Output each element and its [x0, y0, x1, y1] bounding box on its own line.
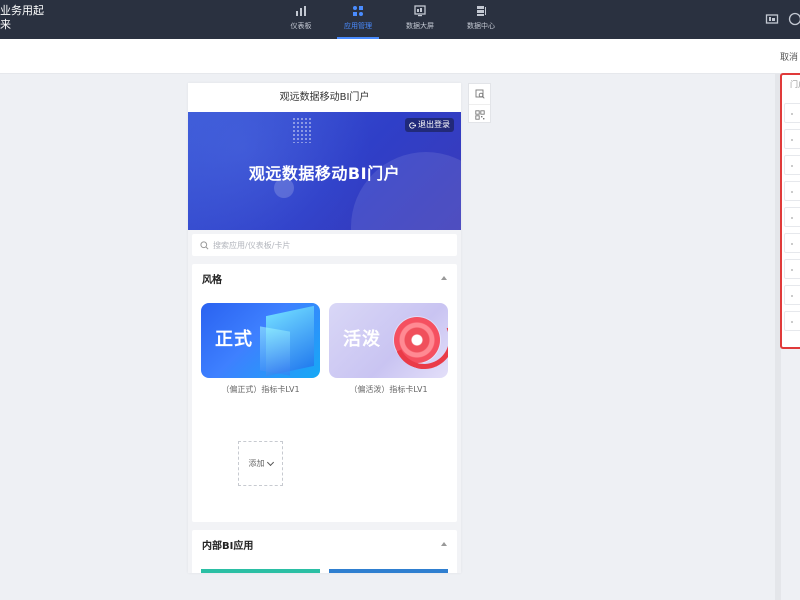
database-icon	[477, 6, 486, 16]
app-grid-icon	[353, 6, 363, 16]
search-icon	[200, 240, 209, 249]
chevron-down-icon	[266, 458, 274, 466]
config-row[interactable]	[784, 207, 800, 227]
add-label: 添加	[248, 459, 265, 468]
editor-toolbar: 取消	[0, 39, 800, 74]
help-icon[interactable]	[788, 12, 800, 26]
screen-icon[interactable]	[765, 12, 779, 26]
config-row[interactable]	[784, 129, 800, 149]
config-row[interactable]	[784, 181, 800, 201]
portal-title: 观远数据移动BI门户	[188, 83, 461, 112]
app-title-line1: 业务用起	[0, 4, 44, 17]
style-thumb-lively-text: 活泼	[343, 329, 381, 350]
portal-banner: 退出登录 观远数据移动BI门户	[188, 112, 461, 230]
logout-icon	[409, 121, 416, 129]
tab-dashboard-label: 仪表板	[290, 22, 312, 30]
banner-dot-pattern	[292, 117, 312, 143]
portal-config-panel: 门户	[780, 73, 800, 349]
bar-chart-icon	[296, 6, 306, 16]
tab-data-center-label: 数据中心	[467, 22, 495, 30]
cube-graphic	[260, 326, 290, 376]
monitor-icon	[414, 5, 426, 17]
style-section: 风格 正式 （偏正式）指标卡LV1 活泼 （偏活泼）指标卡LV1 添加	[192, 264, 457, 522]
collapse-caret-icon[interactable]	[441, 542, 447, 546]
app-tile-blue[interactable]	[329, 569, 448, 573]
tab-dashboard[interactable]: 仪表板	[276, 4, 326, 36]
preview-tool-button[interactable]	[469, 84, 490, 104]
qrcode-tool-button[interactable]	[469, 104, 490, 124]
logout-button[interactable]: 退出登录	[405, 118, 454, 132]
preview-tools	[468, 83, 491, 123]
app-title: 业务用起 来	[0, 4, 44, 32]
tab-data-screen[interactable]: 数据大屏	[395, 4, 445, 36]
portal-search-input[interactable]	[213, 240, 413, 250]
style-thumb-formal-text: 正式	[215, 329, 253, 350]
tab-app-management[interactable]: 应用管理	[333, 4, 383, 39]
tab-data-center[interactable]: 数据中心	[456, 4, 506, 36]
banner-title: 观远数据移动BI门户	[248, 164, 401, 183]
config-row[interactable]	[784, 285, 800, 305]
style-thumb-formal[interactable]: 正式	[201, 303, 320, 378]
style-thumb-lively[interactable]: 活泼	[329, 303, 448, 378]
inner-bi-section-header[interactable]: 内部BI应用	[192, 530, 457, 558]
portal-search-bar[interactable]	[192, 234, 457, 256]
config-row[interactable]	[784, 233, 800, 253]
config-row[interactable]	[784, 103, 800, 123]
tab-data-screen-label: 数据大屏	[406, 22, 434, 30]
top-nav-bar: 业务用起 来 仪表板 应用管理 数据大屏 数据中心	[0, 0, 800, 39]
style-caption-formal: （偏正式）指标卡LV1	[221, 385, 300, 394]
panel-header-label: 门户	[790, 80, 800, 89]
config-row[interactable]	[784, 259, 800, 279]
inner-bi-section: 内部BI应用	[192, 530, 457, 573]
config-row[interactable]	[784, 155, 800, 175]
mobile-preview: 观远数据移动BI门户 退出登录 观远数据移动BI门户 风格 正式 （偏正式）指标…	[188, 83, 461, 573]
app-tile-teal[interactable]	[201, 569, 320, 573]
logout-label: 退出登录	[418, 120, 450, 129]
style-section-title: 风格	[202, 274, 222, 286]
style-caption-lively: （偏活泼）指标卡LV1	[349, 385, 428, 394]
cancel-button[interactable]: 取消	[780, 50, 798, 63]
inner-bi-section-title: 内部BI应用	[202, 540, 254, 552]
style-section-header[interactable]: 风格	[192, 264, 457, 292]
app-title-line2: 来	[0, 18, 11, 31]
ring-arc-graphic	[385, 303, 448, 378]
config-row[interactable]	[784, 311, 800, 331]
qrcode-icon	[474, 109, 485, 120]
preview-search-icon	[475, 89, 485, 99]
collapse-caret-icon[interactable]	[441, 276, 447, 280]
add-card-button[interactable]: 添加	[238, 441, 283, 486]
tab-app-management-label: 应用管理	[344, 22, 372, 30]
